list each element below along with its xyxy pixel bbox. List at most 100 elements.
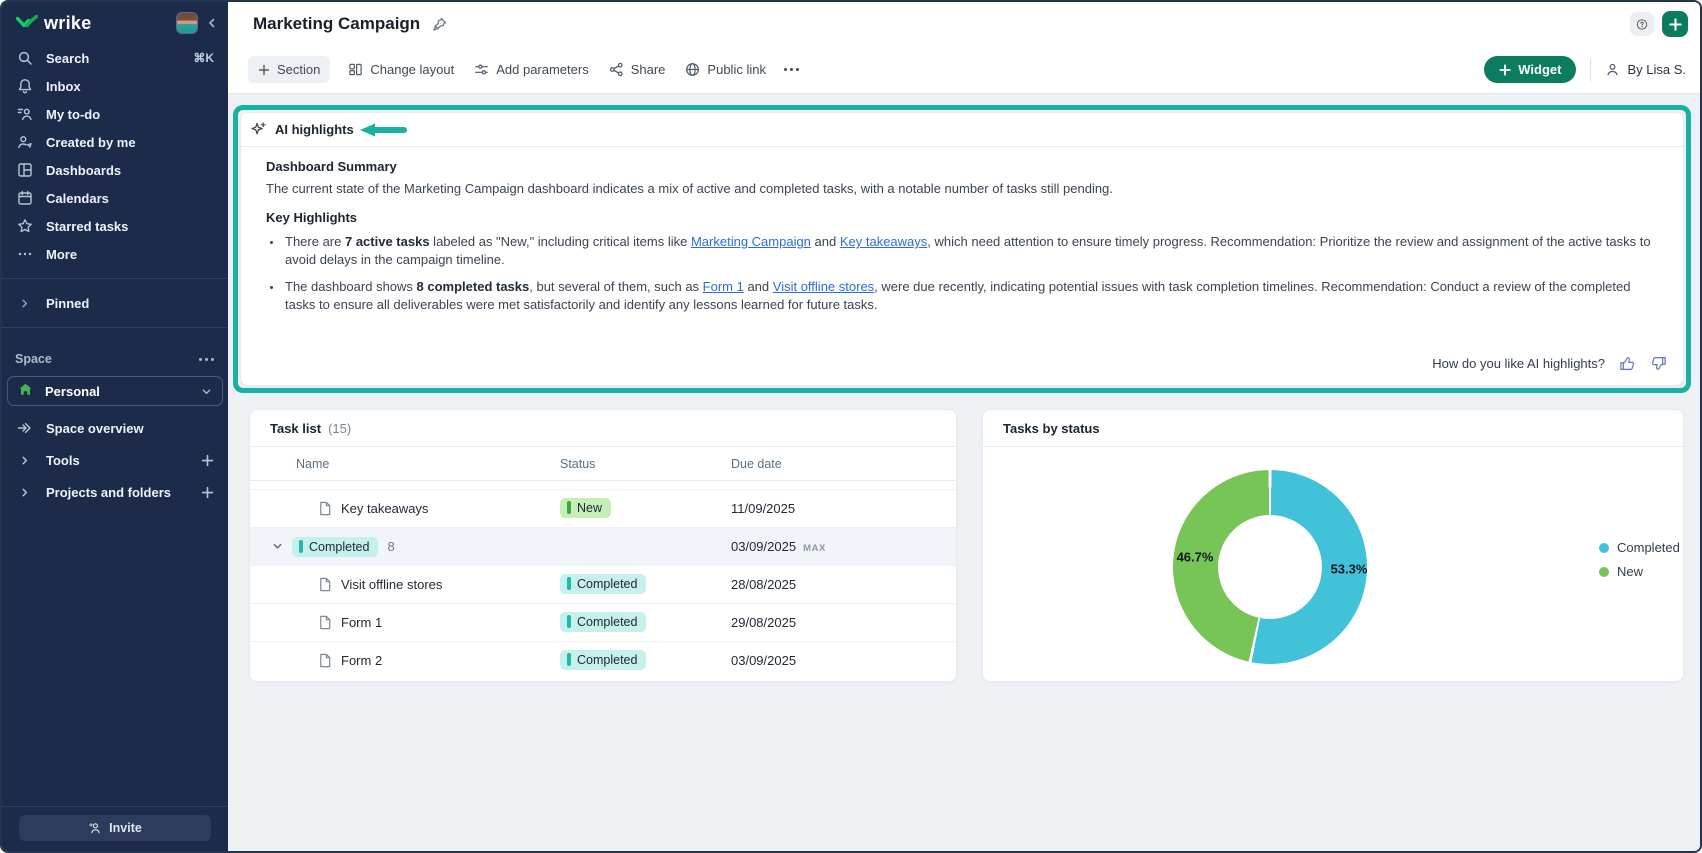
sidebar-collapse-button[interactable]	[206, 17, 218, 29]
highlights-list: There are 7 active tasks labeled as "New…	[266, 233, 1659, 314]
column-header-due-date[interactable]: Due date	[731, 457, 956, 471]
task-name[interactable]: Key takeaways	[341, 501, 428, 516]
page-title: Marketing Campaign	[253, 14, 420, 34]
sidebar-item-label: Space overview	[46, 421, 144, 436]
sliders-icon	[474, 62, 489, 77]
wrike-logo: wrike	[16, 13, 92, 34]
toolbar-more-icon[interactable]	[776, 62, 807, 77]
task-name[interactable]: Form 2	[341, 653, 382, 668]
home-icon	[18, 382, 33, 400]
sidebar-item-more[interactable]: More	[2, 240, 228, 268]
add-icon[interactable]	[201, 486, 214, 499]
plus-icon	[258, 64, 270, 76]
chart-widget-title: Tasks by status	[1003, 421, 1100, 436]
change-layout-label: Change layout	[370, 62, 454, 77]
thumbs-up-button[interactable]	[1619, 355, 1636, 372]
highlight-bullet: The dashboard shows 8 completed tasks, b…	[283, 278, 1659, 314]
legend-item-completed[interactable]: Completed	[1599, 539, 1680, 556]
sidebar-item-projects-and-folders[interactable]: Projects and folders	[2, 476, 228, 508]
invite-button[interactable]: Invite	[19, 815, 211, 841]
status-badge-completed: Completed	[560, 574, 646, 594]
space-more-icon[interactable]	[199, 358, 214, 361]
inline-link[interactable]: Key takeaways	[840, 234, 927, 249]
pin-icon[interactable]	[431, 16, 448, 33]
chevron-down-icon[interactable]	[272, 541, 283, 552]
slice-label-completed: 53.3%	[1331, 562, 1368, 577]
thumbs-down-icon	[1650, 355, 1667, 372]
thumbs-down-button[interactable]	[1650, 355, 1667, 372]
add-button[interactable]	[1662, 11, 1688, 37]
legend-item-new[interactable]: New	[1599, 563, 1680, 580]
sidebar-item-label: Starred tasks	[46, 219, 128, 234]
main-area: Marketing Campaign Section Change layout	[228, 2, 1700, 851]
search-icon	[16, 50, 33, 67]
public-link-button[interactable]: Public link	[675, 56, 776, 83]
sidebar-item-label: My to-do	[46, 107, 100, 122]
table-row-group-completed[interactable]: Completed 8 03/09/2025MAX	[250, 527, 956, 565]
add-parameters-label: Add parameters	[496, 62, 589, 77]
sidebar-item-label: Projects and folders	[46, 485, 171, 500]
add-section-button[interactable]: Section	[248, 56, 330, 83]
donut-hole	[1218, 515, 1322, 619]
chevron-right-icon	[16, 484, 33, 501]
summary-heading: Dashboard Summary	[266, 159, 1659, 174]
person-icon	[1605, 62, 1620, 77]
legend-dot-new	[1599, 567, 1609, 577]
inline-link[interactable]: Visit offline stores	[773, 279, 874, 294]
group-count: 8	[387, 539, 394, 554]
due-date: 28/08/2025	[731, 577, 956, 592]
help-button[interactable]	[1630, 12, 1654, 36]
summary-text: The current state of the Marketing Campa…	[266, 180, 1659, 198]
column-header-status[interactable]: Status	[560, 457, 731, 471]
add-icon[interactable]	[201, 454, 214, 467]
table-row-task[interactable]: Form 2 Completed 03/09/2025	[250, 641, 956, 679]
sidebar-item-inbox[interactable]: Inbox	[2, 72, 228, 100]
dashboard-toolbar: Section Change layout Add parameters Sha…	[228, 46, 1700, 93]
sidebar-item-dashboards[interactable]: Dashboards	[2, 156, 228, 184]
sidebar-item-label: Tools	[46, 453, 80, 468]
sidebar-item-calendars[interactable]: Calendars	[2, 184, 228, 212]
table-row-task[interactable]: Visit offline stores Completed 28/08/202…	[250, 565, 956, 603]
user-avatar[interactable]	[176, 12, 198, 34]
table-row-task[interactable]: Form 1 Completed 29/08/2025	[250, 603, 956, 641]
sidebar-item-pinned[interactable]: Pinned	[2, 289, 228, 317]
sidebar-item-tools[interactable]: Tools	[2, 444, 228, 476]
space-selector-personal[interactable]: Personal	[7, 376, 223, 406]
layout-icon	[348, 62, 363, 77]
sidebar-item-starred-tasks[interactable]: Starred tasks	[2, 212, 228, 240]
byline-label: By Lisa S.	[1627, 62, 1686, 77]
sidebar-item-label: Pinned	[46, 296, 89, 311]
table-row-task[interactable]: Key takeaways New 11/09/2025	[250, 489, 956, 527]
plus-icon	[1669, 18, 1682, 31]
highlights-heading: Key Highlights	[266, 210, 1659, 225]
add-parameters-button[interactable]: Add parameters	[464, 56, 599, 83]
task-table-header: Name Status Due date	[250, 447, 956, 481]
due-max-tag: MAX	[803, 543, 826, 554]
sidebar-divider	[2, 327, 228, 328]
search-shortcut: ⌘K	[193, 51, 214, 65]
inline-link[interactable]: Form 1	[703, 279, 744, 294]
task-name[interactable]: Form 1	[341, 615, 382, 630]
inline-link[interactable]: Marketing Campaign	[691, 234, 811, 249]
chart-legend: Completed New	[1599, 539, 1680, 580]
sidebar-item-my-todo[interactable]: My to-do	[2, 100, 228, 128]
logo-wordmark: wrike	[44, 13, 92, 34]
share-button[interactable]: Share	[599, 56, 676, 83]
ai-sparkle-icon	[250, 121, 267, 138]
byline[interactable]: By Lisa S.	[1605, 62, 1686, 77]
tasks-by-status-widget: Tasks by status 53.3% 46.7% Completed	[982, 409, 1684, 682]
thumbs-up-icon	[1619, 355, 1636, 372]
dashboard-grid-icon	[16, 162, 33, 179]
change-layout-button[interactable]: Change layout	[338, 56, 464, 83]
add-widget-button[interactable]: Widget	[1484, 56, 1576, 83]
sidebar-item-created-by-me[interactable]: Created by me	[2, 128, 228, 156]
sidebar-item-search[interactable]: Search ⌘K	[2, 44, 228, 72]
task-name[interactable]: Visit offline stores	[341, 577, 442, 592]
chevron-down-icon	[201, 386, 212, 397]
column-header-name[interactable]: Name	[250, 457, 560, 471]
task-doc-icon	[318, 501, 332, 516]
chevron-left-icon	[206, 17, 218, 29]
sidebar-item-space-overview[interactable]: Space overview	[2, 412, 228, 444]
sidebar-item-label: Dashboards	[46, 163, 121, 178]
status-badge-new: New	[560, 498, 611, 518]
